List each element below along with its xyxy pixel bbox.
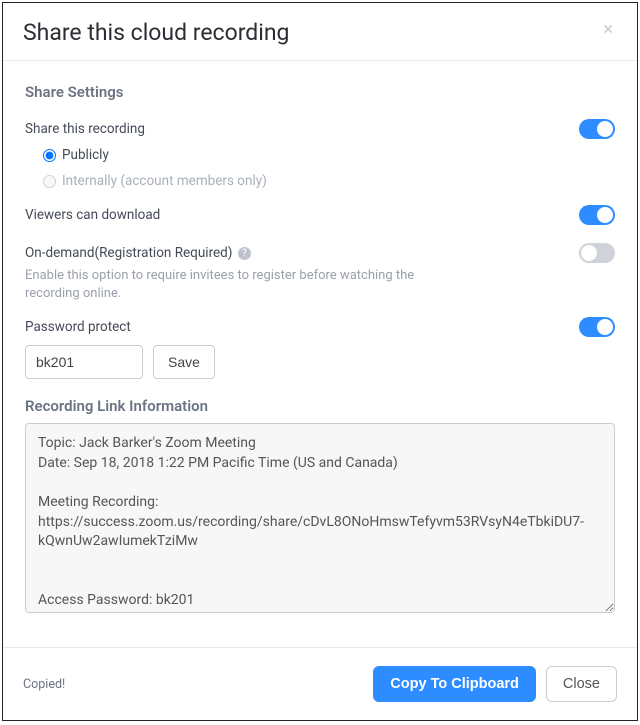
share-recording-label: Share this recording xyxy=(25,121,145,137)
download-label: Viewers can download xyxy=(25,207,160,223)
visibility-internal-label: Internally (account members only) xyxy=(62,173,267,189)
ondemand-help-text: Enable this option to require invitees t… xyxy=(25,267,445,303)
modal-title: Share this cloud recording xyxy=(23,19,289,46)
copy-clipboard-button[interactable]: Copy To Clipboard xyxy=(373,666,536,702)
download-row: Viewers can download xyxy=(25,205,615,225)
visibility-internal-option: Internally (account members only) xyxy=(43,173,615,189)
modal-header: Share this cloud recording × xyxy=(3,3,637,61)
link-info-heading: Recording Link Information xyxy=(25,397,615,415)
close-button[interactable]: Close xyxy=(546,666,617,702)
modal-footer: Copied! Copy To Clipboard Close xyxy=(3,647,637,720)
password-save-button[interactable]: Save xyxy=(153,345,215,379)
share-settings-heading: Share Settings xyxy=(25,83,615,101)
ondemand-label: On-demand(Registration Required) ? xyxy=(25,245,251,261)
ondemand-toggle[interactable] xyxy=(579,243,615,263)
footer-buttons: Copy To Clipboard Close xyxy=(373,666,617,702)
help-icon[interactable]: ? xyxy=(238,247,251,260)
share-recording-row: Share this recording xyxy=(25,119,615,139)
visibility-internal-radio xyxy=(43,175,56,188)
visibility-public-option[interactable]: Publicly xyxy=(43,147,615,163)
link-info-textarea[interactable] xyxy=(25,423,615,613)
password-input[interactable] xyxy=(25,345,143,379)
password-label: Password protect xyxy=(25,319,131,335)
download-toggle[interactable] xyxy=(579,205,615,225)
ondemand-row: On-demand(Registration Required) ? xyxy=(25,243,615,263)
visibility-public-label: Publicly xyxy=(62,147,109,163)
copied-message: Copied! xyxy=(23,677,65,692)
password-toggle[interactable] xyxy=(579,317,615,337)
modal-body: Share Settings Share this recording Publ… xyxy=(3,61,637,647)
visibility-public-radio[interactable] xyxy=(43,149,56,162)
password-input-row: Save xyxy=(25,345,615,379)
share-recording-modal: Share this cloud recording × Share Setti… xyxy=(2,2,638,721)
password-row: Password protect xyxy=(25,317,615,337)
close-icon[interactable]: × xyxy=(599,19,617,41)
share-recording-toggle[interactable] xyxy=(579,119,615,139)
visibility-radio-group: Publicly Internally (account members onl… xyxy=(43,147,615,189)
